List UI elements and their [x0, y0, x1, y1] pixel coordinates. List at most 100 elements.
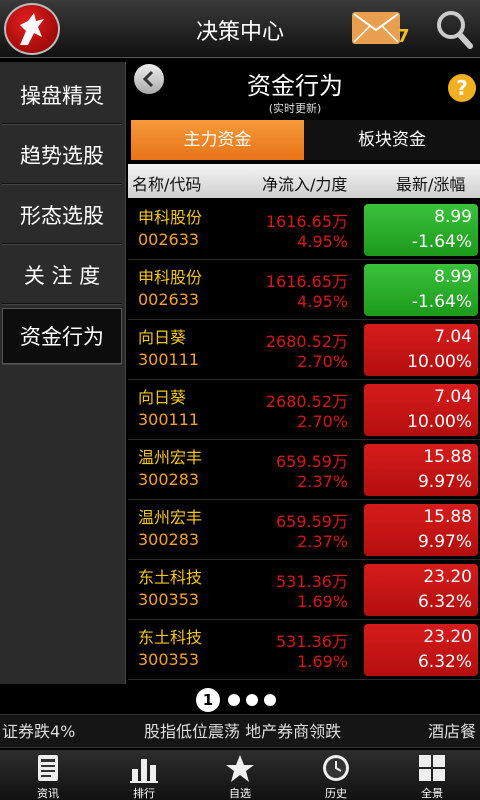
table-row[interactable]: 申科股份 002633 1616.65万 4.95% 8.99 -1.64%	[128, 260, 480, 320]
nav-label: 资讯	[37, 787, 59, 800]
nav-label: 自选	[229, 787, 251, 800]
price-change-box: 23.20 6.32%	[364, 624, 478, 676]
price-change: 10.00%	[407, 412, 472, 432]
table-row[interactable]: 东土科技 300353 531.36万 1.69% 23.20 6.32%	[128, 620, 480, 680]
sidebar-item-attention[interactable]: 关 注 度	[2, 248, 122, 304]
news-icon	[38, 755, 58, 781]
table-row[interactable]: 温州宏丰 300283 659.59万 2.37% 15.88 9.97%	[128, 500, 480, 560]
price-change: 9.97%	[417, 532, 472, 552]
app-title: 决策中心	[195, 20, 284, 45]
horse-logo-icon[interactable]	[4, 3, 60, 55]
column-name-code[interactable]: 名称/代码	[132, 171, 201, 195]
sidebar: 操盘精灵 趋势选股 形态选股 关 注 度 资金行为	[0, 62, 126, 684]
latest-price: 23.20	[423, 627, 472, 647]
nav-label: 全景	[421, 787, 443, 800]
stock-code: 300353	[138, 590, 200, 609]
net-inflow: 659.59万	[276, 452, 348, 471]
stock-name: 温州宏丰	[138, 448, 203, 467]
nav-panorama[interactable]: 全景	[384, 750, 480, 800]
chevron-left-icon	[142, 70, 154, 88]
price-change: 6.32%	[417, 652, 472, 672]
nav-label: 排行	[133, 787, 155, 800]
column-flow-force[interactable]: 净流入/力度	[262, 171, 347, 195]
table-row[interactable]: 申科股份 002633 1616.65万 4.95% 8.99 -1.64%	[128, 200, 480, 260]
net-inflow: 531.36万	[276, 632, 348, 651]
nav-ranking[interactable]: 排行	[96, 750, 192, 800]
top-header: 决策中心 7	[0, 0, 480, 58]
net-inflow: 1616.65万	[265, 212, 348, 231]
stock-code: 300283	[138, 470, 200, 489]
table-row[interactable]: 温州宏丰 300283 659.59万 2.37% 15.88 9.97%	[128, 440, 480, 500]
flow-strength: 1.69%	[297, 592, 348, 611]
column-price-change[interactable]: 最新/涨幅	[396, 171, 465, 195]
table-row[interactable]: 东土科技 300353 531.36万 1.69% 23.20 6.32%	[128, 560, 480, 620]
page-dot[interactable]	[264, 694, 276, 706]
nav-news[interactable]: 资讯	[0, 750, 96, 800]
net-inflow: 2680.52万	[265, 332, 348, 351]
sidebar-item-pattern-picks[interactable]: 形态选股	[2, 188, 122, 244]
stock-code: 300353	[138, 650, 200, 669]
price-change: 10.00%	[407, 352, 472, 372]
nav-history[interactable]: 历史	[288, 750, 384, 800]
price-change: -1.64%	[411, 232, 472, 252]
stock-name: 申科股份	[138, 208, 203, 227]
stock-name: 东土科技	[138, 568, 203, 587]
tab-sector-funds[interactable]: 板块资金	[304, 120, 480, 160]
mail-count-badge: 7	[397, 26, 410, 47]
page-dot[interactable]	[228, 694, 240, 706]
net-inflow: 1616.65万	[265, 272, 348, 291]
flow-strength: 2.37%	[297, 532, 348, 551]
flow-strength: 4.95%	[297, 232, 348, 251]
ticker-item[interactable]: 股指低位震荡 地产券商领跌	[144, 715, 341, 747]
net-inflow: 659.59万	[276, 512, 348, 531]
help-button[interactable]: ?	[448, 74, 476, 102]
nav-watchlist[interactable]: 自选	[192, 750, 288, 800]
sidebar-item-fund-behavior[interactable]: 资金行为	[2, 308, 122, 364]
flow-strength: 4.95%	[297, 292, 348, 311]
price-change: 9.97%	[417, 472, 472, 492]
sidebar-item-trading-wizard[interactable]: 操盘精灵	[2, 68, 122, 124]
latest-price: 7.04	[434, 387, 472, 407]
news-ticker[interactable]: 证券跌4% 股指低位震荡 地产券商领跌 酒店餐	[0, 714, 480, 748]
grid-icon	[419, 755, 445, 781]
price-change-box: 15.88 9.97%	[364, 504, 478, 556]
stock-name: 东土科技	[138, 628, 203, 647]
flow-strength: 2.70%	[297, 412, 348, 431]
ranking-icon	[130, 759, 158, 783]
table-header: 名称/代码 净流入/力度 最新/涨幅	[128, 164, 480, 198]
stock-name: 申科股份	[138, 268, 203, 287]
table-row[interactable]: 向日葵 300111 2680.52万 2.70% 7.04 10.00%	[128, 320, 480, 380]
latest-price: 15.88	[423, 447, 472, 467]
net-inflow: 2680.52万	[265, 392, 348, 411]
flow-strength: 2.70%	[297, 352, 348, 371]
stock-code: 300283	[138, 530, 200, 549]
price-change-box: 7.04 10.00%	[364, 324, 478, 376]
tab-main-funds[interactable]: 主力资金	[131, 120, 304, 160]
page-dot-active[interactable]: 1	[196, 688, 220, 712]
latest-price: 7.04	[434, 327, 472, 347]
nav-label: 历史	[325, 787, 347, 800]
clock-icon	[323, 755, 349, 781]
stock-code: 002633	[138, 290, 200, 309]
sidebar-item-trend-picks[interactable]: 趋势选股	[2, 128, 122, 184]
magnifier-icon[interactable]	[434, 8, 474, 50]
stock-name: 温州宏丰	[138, 508, 203, 527]
envelope-icon[interactable]	[352, 12, 400, 44]
price-change: 6.32%	[417, 592, 472, 612]
page-subtitle: (实时更新)	[268, 102, 322, 115]
table-row[interactable]: 向日葵 300111 2680.52万 2.70% 7.04 10.00%	[128, 380, 480, 440]
back-button[interactable]	[134, 64, 164, 94]
star-icon	[226, 755, 254, 782]
stock-code: 300111	[138, 410, 200, 429]
page-dot[interactable]	[246, 694, 258, 706]
price-change-box: 8.99 -1.64%	[364, 264, 478, 316]
ticker-item[interactable]: 证券跌4%	[2, 715, 75, 747]
latest-price: 8.99	[434, 207, 472, 227]
stock-code: 300111	[138, 350, 200, 369]
net-inflow: 531.36万	[276, 572, 348, 591]
price-change-box: 8.99 -1.64%	[364, 204, 478, 256]
page-title: 资金行为	[247, 72, 343, 100]
latest-price: 23.20	[423, 567, 472, 587]
ticker-item[interactable]: 酒店餐	[428, 715, 476, 747]
flow-strength: 1.69%	[297, 652, 348, 671]
